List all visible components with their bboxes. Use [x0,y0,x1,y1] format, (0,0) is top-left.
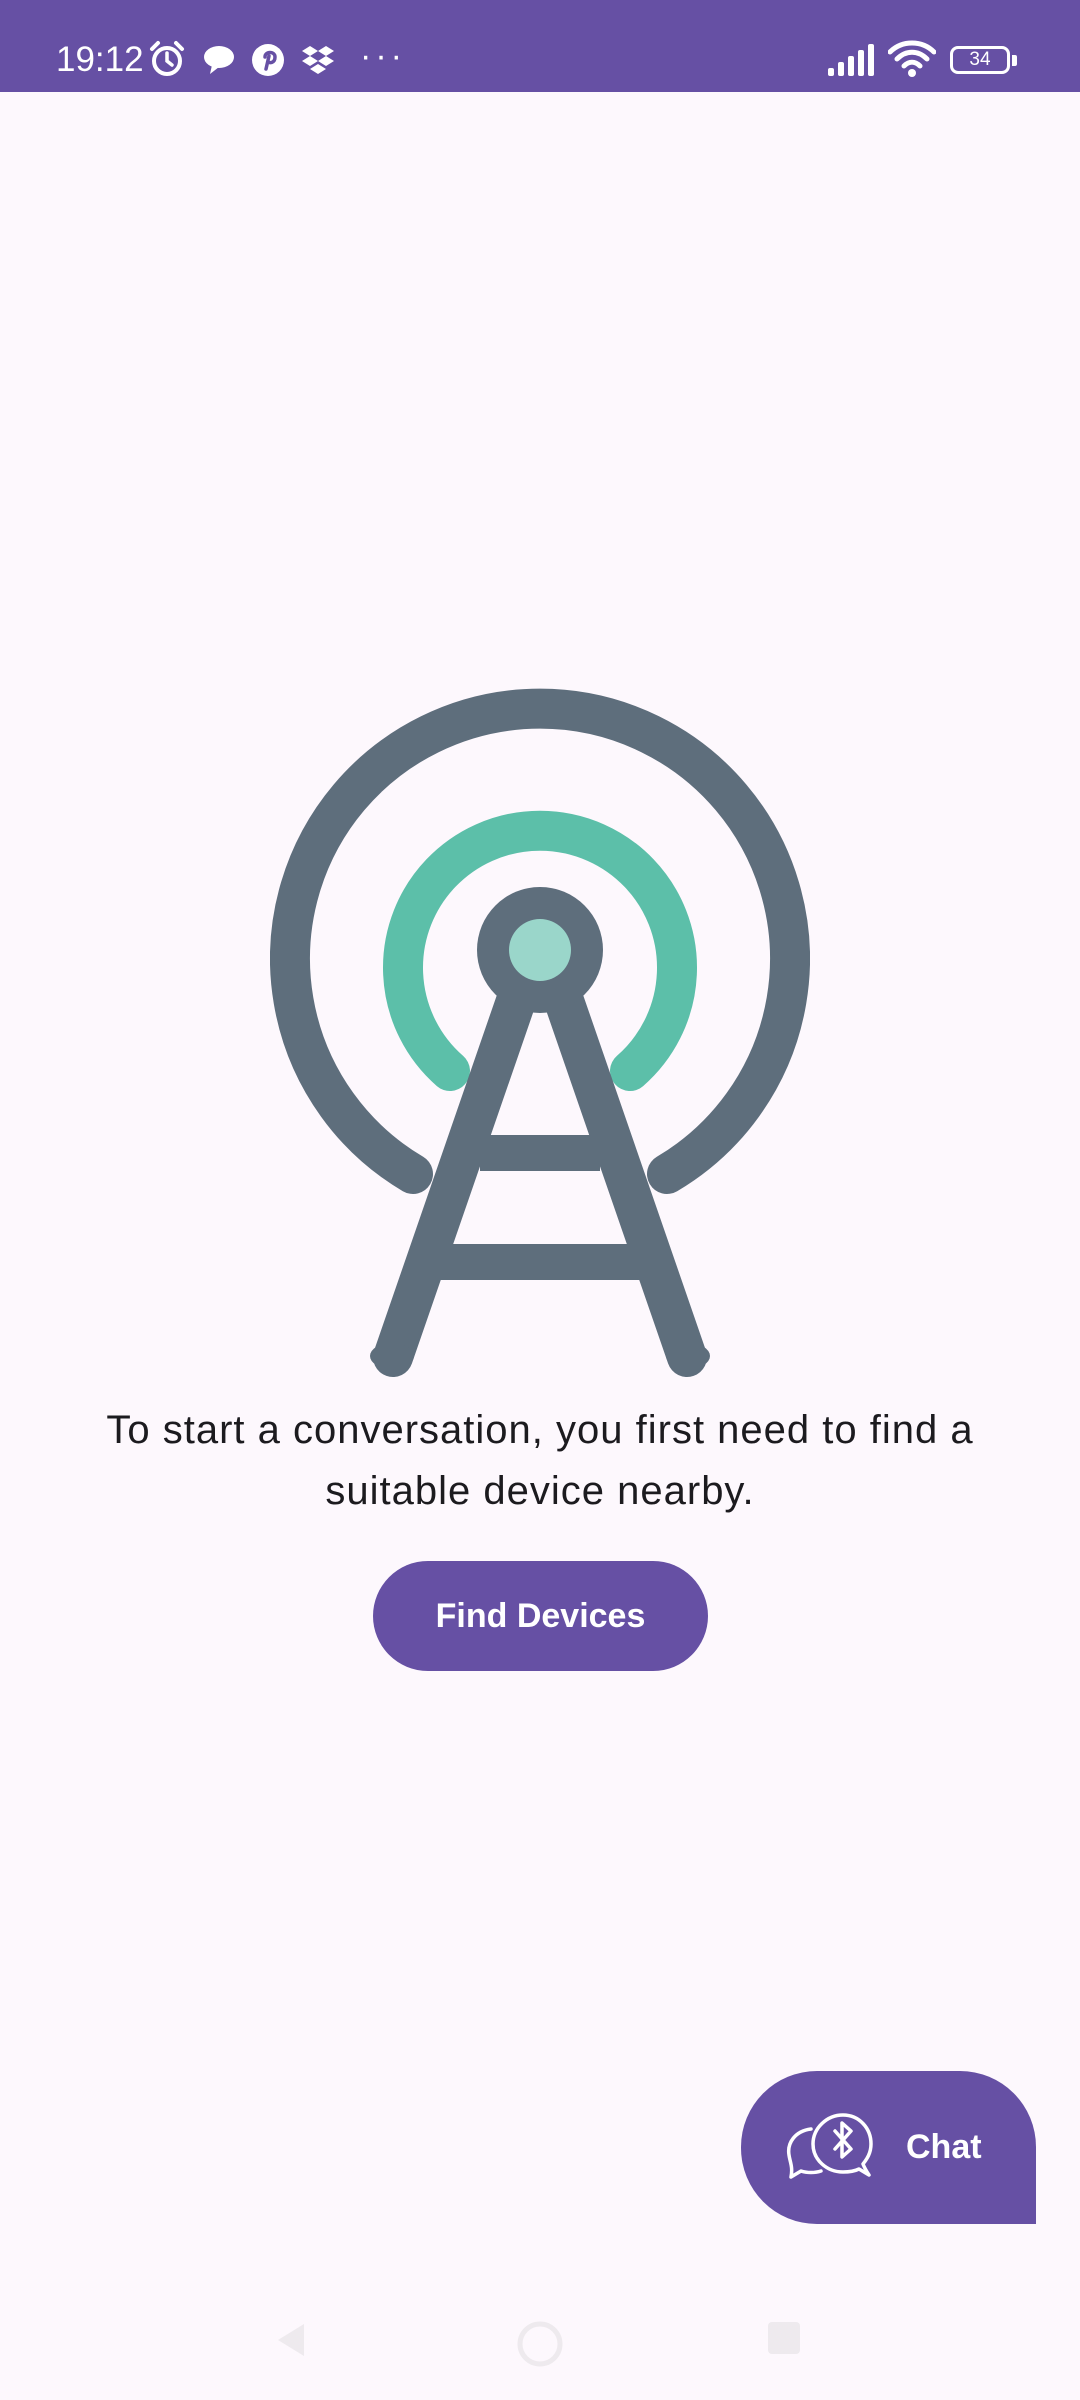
home-icon[interactable] [516,2320,564,2368]
chat-fab[interactable]: Chat [741,2071,1036,2224]
back-icon[interactable] [272,2320,312,2360]
alarm-icon [150,41,184,76]
bluetooth-chat-icon [786,2113,873,2179]
more-dots-icon: ··· [360,37,406,75]
chat-fab-label: Chat [906,2128,982,2166]
status-bar: 19:12 ··· 34 [0,0,1080,92]
navigation-bar [0,2268,1080,2400]
recents-icon[interactable] [766,2320,802,2356]
signal-icon [828,44,874,76]
radio-tower-icon [270,688,810,1377]
battery-tip [1012,55,1017,66]
dropbox-icon [302,46,334,74]
empty-state-message: To start a conversation, you first need … [106,1408,974,1513]
status-time: 19:12 [56,40,144,79]
wifi-icon [888,40,936,77]
find-devices-button[interactable]: Find Devices [373,1561,708,1671]
chat-bubble-icon [204,46,234,74]
battery-icon: 34 [950,46,1010,74]
pinterest-icon [252,44,284,76]
